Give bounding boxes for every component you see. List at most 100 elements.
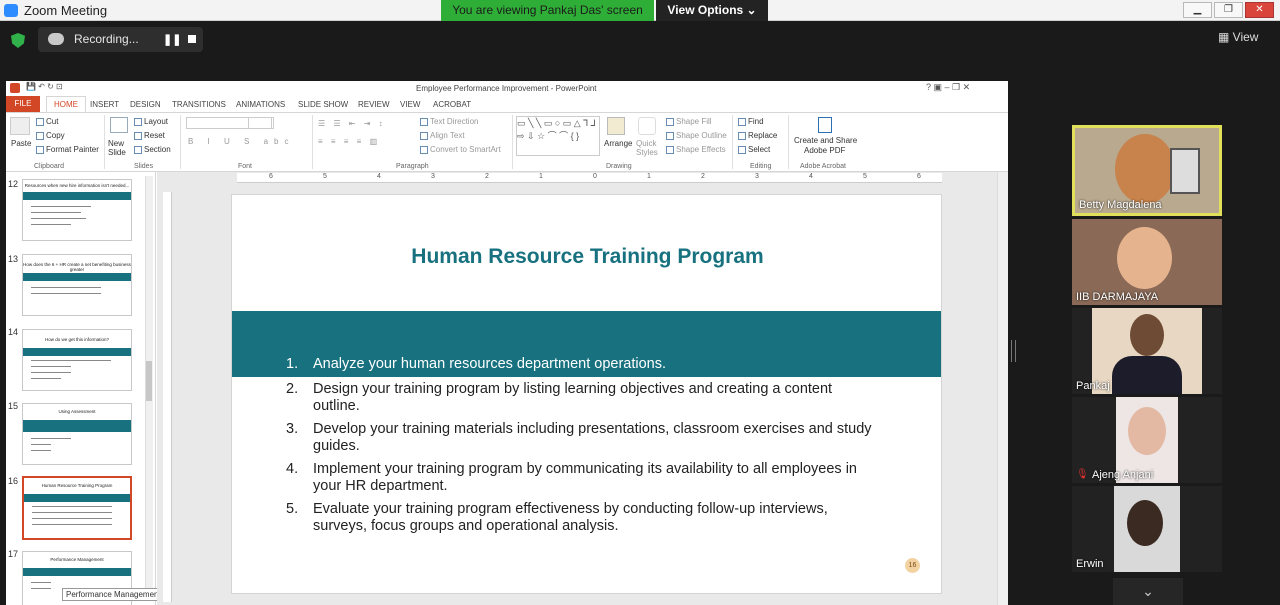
- quick-access-icon[interactable]: 💾 ↶ ↻ ⊡: [26, 82, 63, 91]
- restore-button[interactable]: ❐: [1214, 2, 1243, 18]
- thumb-line: [31, 438, 71, 439]
- tab-animations[interactable]: ANIMATIONS: [236, 100, 285, 109]
- close-button[interactable]: ✕: [1245, 2, 1274, 18]
- paste-button[interactable]: Paste: [11, 139, 31, 148]
- replace-button[interactable]: Replace: [738, 131, 777, 140]
- text-direction-icon: [420, 117, 428, 126]
- thumb-line: [31, 224, 71, 225]
- thumb-band: [23, 192, 131, 200]
- current-slide[interactable]: Human Resource Training Program 1. Analyz…: [231, 194, 942, 594]
- shape-outline-button[interactable]: Shape Outline: [666, 131, 727, 140]
- tab-view[interactable]: VIEW: [400, 100, 420, 109]
- section-button[interactable]: Section: [134, 145, 171, 154]
- tab-acrobat[interactable]: ACROBAT: [433, 100, 471, 109]
- group-slides: Slides: [134, 163, 154, 170]
- thumb-number: 16: [8, 476, 19, 486]
- find-button[interactable]: Find: [738, 117, 764, 126]
- arrange-button[interactable]: Arrange: [604, 139, 632, 148]
- slide-bullet-list[interactable]: 1. Analyze your human resources departmen…: [278, 356, 878, 541]
- item-text: Design your training program by listing …: [313, 381, 833, 414]
- slide-thumbnail-13[interactable]: How does the 6 + HR create a net benefit…: [22, 254, 132, 316]
- ruler-mark: 5: [863, 173, 867, 180]
- tab-design[interactable]: DESIGN: [130, 100, 161, 109]
- group-font: Font: [238, 163, 253, 170]
- ppt-window-title: Employee Performance Improvement - Power…: [416, 84, 597, 93]
- paste-icon[interactable]: [10, 117, 30, 135]
- ribbon-divider: [180, 115, 181, 169]
- recording-label: Recording...: [74, 32, 139, 46]
- view-label: View: [1232, 30, 1259, 44]
- stop-recording-icon[interactable]: [188, 35, 196, 43]
- ruler-mark: 5: [323, 173, 327, 180]
- participant-tile[interactable]: Erwin: [1072, 486, 1222, 572]
- panel-resize-handle[interactable]: [1011, 340, 1016, 362]
- align-text-button[interactable]: Align Text: [420, 131, 465, 140]
- tab-insert[interactable]: INSERT: [90, 100, 119, 109]
- thumb-line: [31, 287, 101, 288]
- tab-review[interactable]: REVIEW: [358, 100, 390, 109]
- view-options-button[interactable]: View Options ⌄: [656, 0, 768, 21]
- shapes-gallery[interactable]: ▭ ╲ ╲ ▭ ○ ▭ △ ⅂ ⅃ ⇨ ⇩ ☆ ⌒ ⌒ { }: [516, 116, 600, 156]
- ppt-titlebar: 💾 ↶ ↻ ⊡ Employee Performance Improvement…: [6, 81, 1008, 96]
- select-button[interactable]: Select: [738, 145, 770, 154]
- pause-recording-icon[interactable]: ❚❚: [163, 33, 181, 46]
- gallery-scroll-down-icon[interactable]: ⌄: [1113, 578, 1183, 605]
- copy-button[interactable]: Copy: [36, 131, 65, 140]
- replace-label: Replace: [748, 131, 778, 140]
- participant-avatar: [1115, 134, 1175, 204]
- shape-fill-button[interactable]: Shape Fill: [666, 117, 712, 126]
- shape-effects-button[interactable]: Shape Effects: [666, 145, 726, 154]
- format-painter-button[interactable]: Format Painter: [36, 145, 99, 154]
- tab-file[interactable]: FILE: [6, 96, 40, 112]
- thumb-line: [31, 450, 51, 451]
- ppt-window-controls[interactable]: ? ▣ – ❐ ✕: [926, 82, 970, 93]
- participant-tile[interactable]: 🎙 Ajeng Anjani: [1072, 397, 1222, 483]
- list-buttons[interactable]: ☰ ☰ ⇤ ⇥ ↕: [318, 119, 386, 128]
- slide-title[interactable]: Human Resource Training Program: [232, 245, 941, 269]
- slide-thumbnail-14[interactable]: How do we get this information?: [22, 329, 132, 391]
- slide-thumbnail-15[interactable]: Using Assessment: [22, 403, 132, 465]
- list-item: 3. Develop your training materials includ…: [278, 421, 878, 455]
- new-slide-icon: [110, 117, 128, 133]
- tab-home[interactable]: HOME: [46, 96, 86, 112]
- thumbnails-scroll-thumb[interactable]: [146, 361, 152, 401]
- align-buttons[interactable]: ≡ ≡ ≡ ≡ ▥: [318, 137, 380, 146]
- item-number: 3.: [286, 421, 299, 437]
- thumb-line: [31, 378, 61, 379]
- adobe-pdf-label[interactable]: Adobe PDF: [804, 146, 845, 155]
- horizontal-ruler: 6 5 4 3 2 1 0 1 2 3 4 5 6: [237, 173, 942, 183]
- layout-button[interactable]: Layout: [134, 117, 168, 126]
- tab-transitions[interactable]: TRANSITIONS: [172, 100, 226, 109]
- thumb-line: [31, 212, 81, 213]
- item-number: 1.: [286, 356, 299, 372]
- new-slide-button[interactable]: New Slide: [108, 139, 132, 157]
- thumb-line: [31, 582, 51, 583]
- participant-tile[interactable]: Pankaj: [1072, 308, 1222, 394]
- font-format-buttons[interactable]: B I U S abc: [188, 137, 294, 146]
- view-button[interactable]: ▦ View: [1218, 30, 1258, 44]
- thumb-line: [31, 366, 71, 367]
- participant-tile[interactable]: Betty Magdalena: [1072, 125, 1222, 216]
- text-direction-label: Text Direction: [430, 117, 479, 126]
- background-frame: [1170, 148, 1200, 194]
- participant-tile[interactable]: IIB DARMAJAYA: [1072, 219, 1222, 305]
- text-direction-button[interactable]: Text Direction: [420, 117, 478, 126]
- tab-slide-show[interactable]: SLIDE SHOW: [298, 100, 348, 109]
- editor-scrollbar[interactable]: [997, 172, 1008, 605]
- slide-thumbnail-16[interactable]: Human Resource Training Program: [22, 476, 132, 540]
- reset-label: Reset: [144, 131, 165, 140]
- format-painter-label: Format Painter: [46, 145, 99, 154]
- layout-icon: [134, 117, 142, 126]
- ribbon-divider: [312, 115, 313, 169]
- convert-smartart-button[interactable]: Convert to SmartArt: [420, 145, 501, 154]
- minimize-button[interactable]: ▁: [1183, 2, 1212, 18]
- slide-thumbnail-12[interactable]: Resources when new hire information isn'…: [22, 179, 132, 241]
- create-share-label[interactable]: Create and Share: [794, 136, 857, 145]
- reset-button[interactable]: Reset: [134, 131, 165, 140]
- quick-styles-button[interactable]: Quick Styles: [636, 139, 660, 157]
- cut-button[interactable]: Cut: [36, 117, 58, 126]
- font-size-select[interactable]: [248, 117, 272, 129]
- participant-avatar: [1117, 227, 1172, 289]
- reset-icon: [134, 131, 142, 140]
- slide-page-number: 16: [905, 558, 920, 573]
